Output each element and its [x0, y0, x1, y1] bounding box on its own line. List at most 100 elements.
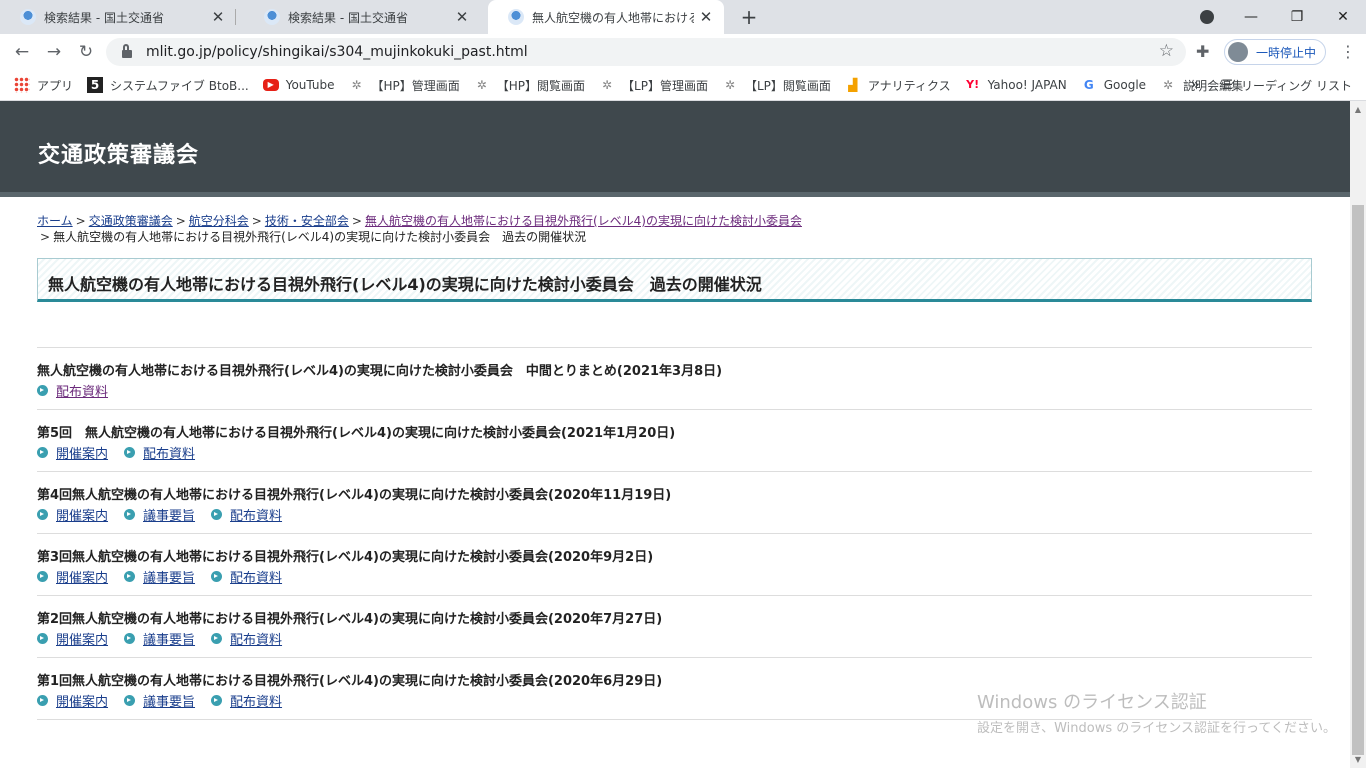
close-tab-icon[interactable]: ✕	[206, 8, 230, 26]
meeting-title: 無人航空機の有人地帯における目視外飛行(レベル4)の実現に向けた検討小委員会 中…	[37, 364, 723, 379]
handout-link[interactable]: 配布資料	[230, 505, 282, 524]
back-arrow-icon[interactable]: ←	[10, 40, 34, 64]
scrollbar-thumb[interactable]	[1352, 205, 1364, 755]
handout-link[interactable]: 配布資料	[230, 691, 282, 710]
youtube-icon: ▶	[262, 79, 279, 91]
minutes-link[interactable]: 議事要旨	[143, 691, 195, 710]
minutes-link[interactable]: 議事要旨	[143, 505, 195, 524]
breadcrumb-subcommittee-link[interactable]: 無人航空機の有人地帯における目視外飛行(レベル4)の実現に向けた検討小委員会	[365, 214, 802, 228]
address-bar[interactable]: mlit.go.jp/policy/shingikai/s304_mujinko…	[106, 38, 1186, 66]
arrow-bullet-icon	[37, 695, 48, 706]
reading-list-button[interactable]: リーディング リスト	[1241, 77, 1352, 94]
mlit-favicon-icon	[20, 9, 36, 25]
notice-link[interactable]: 開催案内	[56, 505, 108, 524]
bookmark-google[interactable]: G Google	[1081, 77, 1146, 93]
lock-icon[interactable]	[122, 44, 132, 58]
analytics-icon: ▟	[848, 78, 858, 92]
sync-paused-button[interactable]: 一時停止中	[1224, 39, 1326, 65]
page-heading: 無人航空機の有人地帯における目視外飛行(レベル4)の実現に向けた検討小委員会 過…	[48, 275, 762, 294]
bookmark-label: 【HP】管理画面	[371, 78, 460, 93]
menu-kebab-icon[interactable]: ⋮	[1340, 42, 1356, 61]
bookmark-lp-view[interactable]: ✲ 【LP】閲覧画面	[722, 77, 831, 94]
bookmark-star-icon[interactable]: ☆	[1159, 41, 1174, 61]
tab-search-results-1[interactable]: 検索結果 - 国土交通省 ✕	[0, 0, 236, 34]
arrow-bullet-icon	[37, 447, 48, 458]
bookmark-label: アナリティクス	[867, 78, 951, 93]
avatar	[1228, 42, 1248, 62]
extensions-puzzle-icon[interactable]: ✚	[1196, 42, 1209, 61]
bookmark-label: アプリ	[37, 78, 74, 93]
bookmarks-overflow-button[interactable]: »	[1191, 77, 1200, 93]
window-controls: — ❐ ✕	[1228, 0, 1366, 34]
tab-strip: 検索結果 - 国土交通省 ✕ 検索結果 - 国土交通省 ✕ 無人航空機の有人地帯…	[0, 0, 1366, 34]
minutes-link[interactable]: 議事要旨	[143, 629, 195, 648]
bookmarks-right: » ☰ リーディング リスト	[1191, 77, 1352, 94]
maximize-icon[interactable]: ❐	[1274, 9, 1320, 25]
tab-active-page[interactable]: 無人航空機の有人地帯における目視外飛行(レベル4) ✕	[488, 0, 724, 34]
close-window-icon[interactable]: ✕	[1320, 9, 1366, 25]
reload-icon[interactable]: ↻	[74, 40, 98, 64]
minutes-link[interactable]: 議事要旨	[143, 567, 195, 586]
arrow-bullet-icon	[211, 695, 223, 706]
url-text[interactable]: mlit.go.jp/policy/shingikai/s304_mujinko…	[146, 44, 528, 60]
breadcrumb-aviation-link[interactable]: 航空分科会	[189, 214, 249, 228]
close-tab-icon[interactable]: ✕	[694, 8, 718, 26]
site-header: 交通政策審議会	[0, 101, 1350, 197]
handout-link[interactable]: 配布資料	[230, 629, 282, 648]
arrow-bullet-icon	[37, 633, 48, 644]
handout-link[interactable]: 配布資料	[230, 567, 282, 586]
list-item: 第2回無人航空機の有人地帯における目視外飛行(レベル4)の実現に向けた検討小委員…	[37, 596, 1312, 658]
bookmark-hp-view[interactable]: ✲ 【HP】閲覧画面	[474, 77, 585, 94]
breadcrumb-council-link[interactable]: 交通政策審議会	[89, 214, 173, 228]
bookmark-hp-admin[interactable]: ✲ 【HP】管理画面	[349, 77, 460, 94]
meeting-list: 無人航空機の有人地帯における目視外飛行(レベル4)の実現に向けた検討小委員会 中…	[37, 347, 1312, 720]
bookmark-label: Yahoo! JAPAN	[987, 78, 1067, 92]
bookmark-lp-admin[interactable]: ✲ 【LP】管理画面	[599, 77, 708, 94]
bookmark-yahoo[interactable]: Y! Yahoo! JAPAN	[965, 77, 1067, 93]
breadcrumb-home-link[interactable]: ホーム	[37, 214, 73, 228]
new-tab-button[interactable]: +	[738, 4, 760, 30]
close-tab-icon[interactable]: ✕	[450, 8, 474, 26]
bookmark-label: 【LP】閲覧画面	[744, 78, 831, 93]
gear-icon: ✲	[351, 78, 362, 92]
meeting-title: 第5回 無人航空機の有人地帯における目視外飛行(レベル4)の実現に向けた検討小委…	[37, 426, 676, 441]
reading-list-icon: ☰	[1221, 77, 1234, 93]
bookmark-analytics[interactable]: ▟ アナリティクス	[845, 77, 951, 94]
notice-link[interactable]: 開催案内	[56, 443, 108, 462]
notice-link[interactable]: 開催案内	[56, 629, 108, 648]
bookmark-system-five[interactable]: 5 システムファイブ BtoB...	[87, 77, 249, 94]
list-item: 第5回 無人航空機の有人地帯における目視外飛行(レベル4)の実現に向けた検討小委…	[37, 410, 1312, 472]
notice-link[interactable]: 開催案内	[56, 691, 108, 710]
mlit-favicon-icon	[508, 9, 524, 25]
mlit-favicon-icon	[264, 9, 280, 25]
watermark-title: Windows のライセンス認証	[977, 692, 1207, 713]
gear-icon: ✲	[476, 78, 487, 92]
tab-search-results-2[interactable]: 検索結果 - 国土交通省 ✕	[244, 0, 480, 34]
apps-grid-icon	[14, 77, 30, 93]
bookmark-apps[interactable]: アプリ	[14, 77, 73, 94]
page-scrollbar[interactable]: ▲ ▼	[1350, 101, 1366, 768]
notice-link[interactable]: 開催案内	[56, 567, 108, 586]
handout-link[interactable]: 配布資料	[143, 443, 195, 462]
breadcrumb-safety-link[interactable]: 技術・安全部会	[265, 214, 349, 228]
forward-arrow-icon[interactable]: →	[42, 40, 66, 64]
arrow-bullet-icon	[124, 509, 136, 520]
gear-icon: ✲	[1163, 78, 1174, 92]
scroll-down-icon[interactable]: ▼	[1350, 755, 1366, 764]
bookmark-youtube[interactable]: ▶ YouTube	[262, 78, 335, 92]
handout-link[interactable]: 配布資料	[56, 381, 108, 400]
arrow-bullet-icon	[211, 571, 223, 582]
meeting-title: 第3回無人航空機の有人地帯における目視外飛行(レベル4)の実現に向けた検討小委員…	[37, 550, 654, 565]
meeting-title: 第4回無人航空機の有人地帯における目視外飛行(レベル4)の実現に向けた検討小委員…	[37, 488, 672, 503]
page-heading-box: 無人航空機の有人地帯における目視外飛行(レベル4)の実現に向けた検討小委員会 過…	[37, 258, 1312, 302]
tab-search-icon[interactable]	[1200, 10, 1214, 24]
arrow-bullet-icon	[124, 571, 136, 582]
meeting-title: 第2回無人航空機の有人地帯における目視外飛行(レベル4)の実現に向けた検討小委員…	[37, 612, 663, 627]
tab-title: 検索結果 - 国土交通省	[288, 10, 408, 25]
scroll-up-icon[interactable]: ▲	[1350, 105, 1366, 114]
minimize-icon[interactable]: —	[1228, 9, 1274, 25]
arrow-bullet-icon	[124, 695, 136, 706]
bookmark-label: 【HP】閲覧画面	[496, 78, 586, 93]
bookmark-label: Google	[1103, 78, 1147, 92]
arrow-bullet-icon	[124, 633, 136, 644]
